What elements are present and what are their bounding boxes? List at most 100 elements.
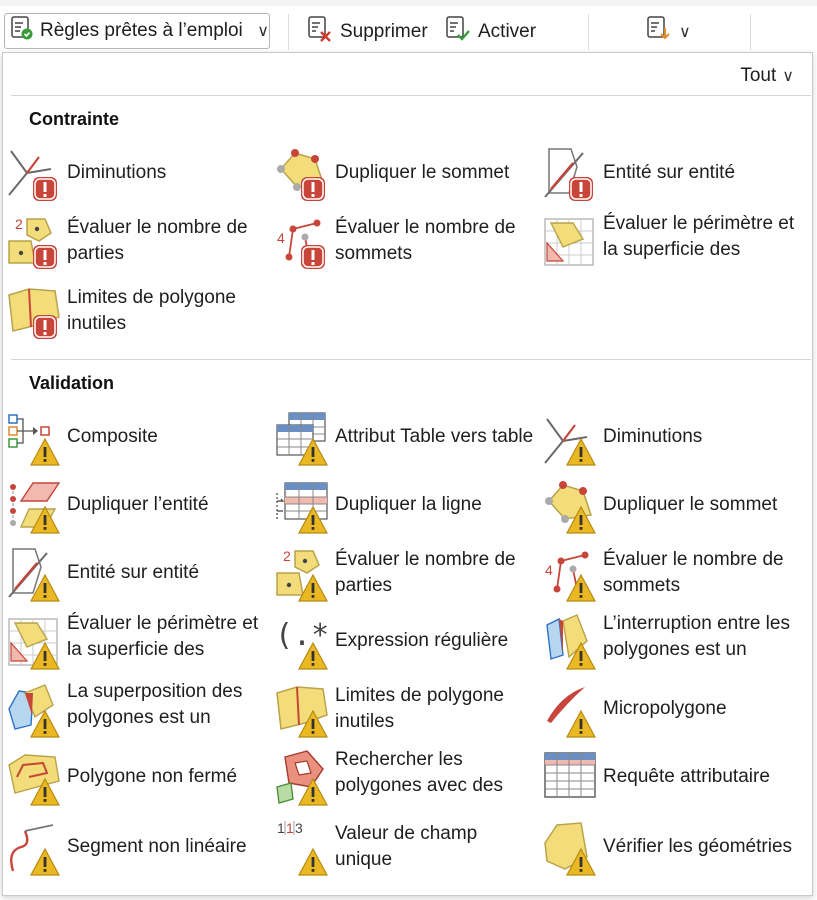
svg-text:1: 1 [286,820,294,836]
polygon-holes-icon [275,747,331,807]
perimeter-area-icon [7,611,63,671]
regex-icon: (.*) [275,611,331,671]
svg-text:1: 1 [277,820,285,836]
filter-dropdown[interactable]: Tout ∨ [740,65,794,87]
svg-text:2: 2 [15,216,23,232]
warning-badge-icon [565,709,597,738]
rule-item-composite[interactable]: Composite [7,405,269,469]
rule-item-label: Évaluer le périmètre et la superficie de… [67,613,259,660]
rule-item-label: Évaluer le nombre de parties [67,217,248,264]
svg-text:4: 4 [545,562,553,578]
duplicate-vertex-icon [543,475,599,535]
rule-item-label: Évaluer le nombre de sommets [335,217,516,264]
rule-item-nonlinear-segment[interactable]: Segment non linéaire [7,815,269,879]
delete-button[interactable]: Supprimer [306,14,428,50]
rule-item-spikes[interactable]: Diminutions [7,141,269,205]
warning-badge-icon [29,437,61,466]
error-badge-icon [301,245,325,269]
toolbar-separator [750,14,751,50]
rule-item-unique-field[interactable]: 1 1 3 Valeur de champ unique [275,815,537,879]
delete-button-label: Supprimer [340,21,428,42]
rule-item-polygon-holes[interactable]: Rechercher les polygones avec des trous [275,745,537,809]
unnecessary-boundary-icon [7,281,63,341]
nonlinear-segment-icon [7,817,63,877]
error-badge-icon [33,177,57,201]
rule-item-spikes[interactable]: Diminutions [543,405,805,469]
import-export-menu-button[interactable]: ∨ [645,14,691,50]
section-title-constraint: Contrainte [29,109,119,129]
rule-item-perimeter-area[interactable]: Évaluer le périmètre et la superficie de… [7,609,269,673]
error-badge-icon [33,315,57,339]
rule-item-label: Dupliquer l’entité [67,494,209,515]
rule-item-part-count[interactable]: 2 Évaluer le nombre de parties [275,541,537,605]
rule-item-label: Dupliquer le sommet [603,494,778,515]
rule-item-label: Attribut Table vers table [335,426,534,447]
toolbar-top-strip [0,0,817,6]
rule-item-label: Évaluer le périmètre et la superficie de… [603,213,795,260]
rule-item-duplicate-row[interactable]: Dupliquer la ligne [275,473,537,537]
feature-on-feature-icon [543,143,599,203]
rules-dropdown-label: Règles prêtes à l’emploi [40,20,243,41]
error-badge-icon [301,177,325,201]
attribute-query-icon [543,747,599,807]
duplicate-feature-icon [7,475,63,535]
toolbar-separator [288,14,289,50]
polygon-overlap-icon [7,679,63,739]
error-badge-icon [569,177,593,201]
warning-badge-icon [29,847,61,876]
warning-badge-icon [565,437,597,466]
part-count-icon: 2 [7,211,63,271]
rule-item-polygon-overlap[interactable]: La superposition des polygones est un mi… [7,677,269,741]
rule-item-label: Valeur de champ unique [335,823,478,870]
rule-item-duplicate-vertex[interactable]: Dupliquer le sommet [275,141,537,205]
rule-item-feature-on-feature[interactable]: Entité sur entité [543,141,805,205]
rule-item-duplicate-feature[interactable]: Dupliquer l’entité [7,473,269,537]
chevron-down-icon: ∨ [257,23,269,40]
rule-item-label: Dupliquer la ligne [335,494,482,515]
rule-item-polygon-gap[interactable]: L’interruption entre les polygones est u… [543,609,805,673]
chevron-down-icon: ∨ [782,68,794,85]
ribbon-toolbar: Règles prêtes à l’emploi ∨ Supprimer Act… [0,0,817,58]
rule-item-sliver[interactable]: Micropolygone [543,677,805,741]
rule-item-label: Diminutions [67,162,167,183]
rule-item-label: Entité sur entité [603,162,736,183]
unclosed-polygon-icon [7,747,63,807]
rule-item-label: Évaluer le nombre de sommets [603,549,784,596]
rule-item-vertex-count[interactable]: 4 Évaluer le nombre de sommets [543,541,805,605]
rule-item-vertex-count[interactable]: 4 Évaluer le nombre de sommets [275,209,537,273]
rule-item-label: Dupliquer le sommet [335,162,510,183]
rule-item-feature-on-feature[interactable]: Entité sur entité [7,541,269,605]
duplicate-row-icon [275,475,331,535]
rule-item-unclosed-polygon[interactable]: Polygone non fermé [7,745,269,809]
activate-button-label: Activer [478,21,537,42]
unnecessary-boundary-icon [275,679,331,739]
rule-item-perimeter-area[interactable]: Évaluer le périmètre et la superficie de… [543,209,805,273]
rule-item-label: Requête attributaire [603,766,770,787]
activate-button[interactable]: Activer [444,14,536,50]
vertex-count-icon: 4 [275,211,331,271]
svg-text:(.*): (.*) [275,618,331,653]
duplicate-vertex-icon [275,143,331,203]
feature-on-feature-icon [7,543,63,603]
rule-item-regex[interactable]: (.*) Expression régulière [275,609,537,673]
rule-item-label: Entité sur entité [67,562,200,583]
rule-item-attribute-query[interactable]: Requête attributaire [543,745,805,809]
warning-badge-icon [565,573,597,602]
rule-item-part-count[interactable]: 2 Évaluer le nombre de parties [7,209,269,273]
rule-item-unnecessary-boundary[interactable]: Limites de polygone inutiles [275,677,537,741]
perimeter-area-icon [543,211,599,271]
warning-badge-icon [297,573,329,602]
rule-item-check-geometry[interactable]: Vérifier les géométries [543,815,805,879]
rule-item-table-to-table[interactable]: Attribut Table vers table [275,405,537,469]
rule-item-unnecessary-boundary[interactable]: Limites de polygone inutiles [7,279,269,343]
toolbar-separator [588,14,589,50]
warning-badge-icon [297,847,329,876]
activate-rule-icon [444,15,472,49]
ready-to-use-rules-dropdown[interactable]: Règles prêtes à l’emploi ∨ [4,13,270,49]
rule-item-label: L’interruption entre les polygones est u… [603,613,790,660]
rule-item-label: Limites de polygone inutiles [335,685,504,732]
rule-item-label: Segment non linéaire [67,836,247,857]
part-count-icon: 2 [275,543,331,603]
rule-item-duplicate-vertex[interactable]: Dupliquer le sommet [543,473,805,537]
unique-field-icon: 1 1 3 [275,817,331,877]
